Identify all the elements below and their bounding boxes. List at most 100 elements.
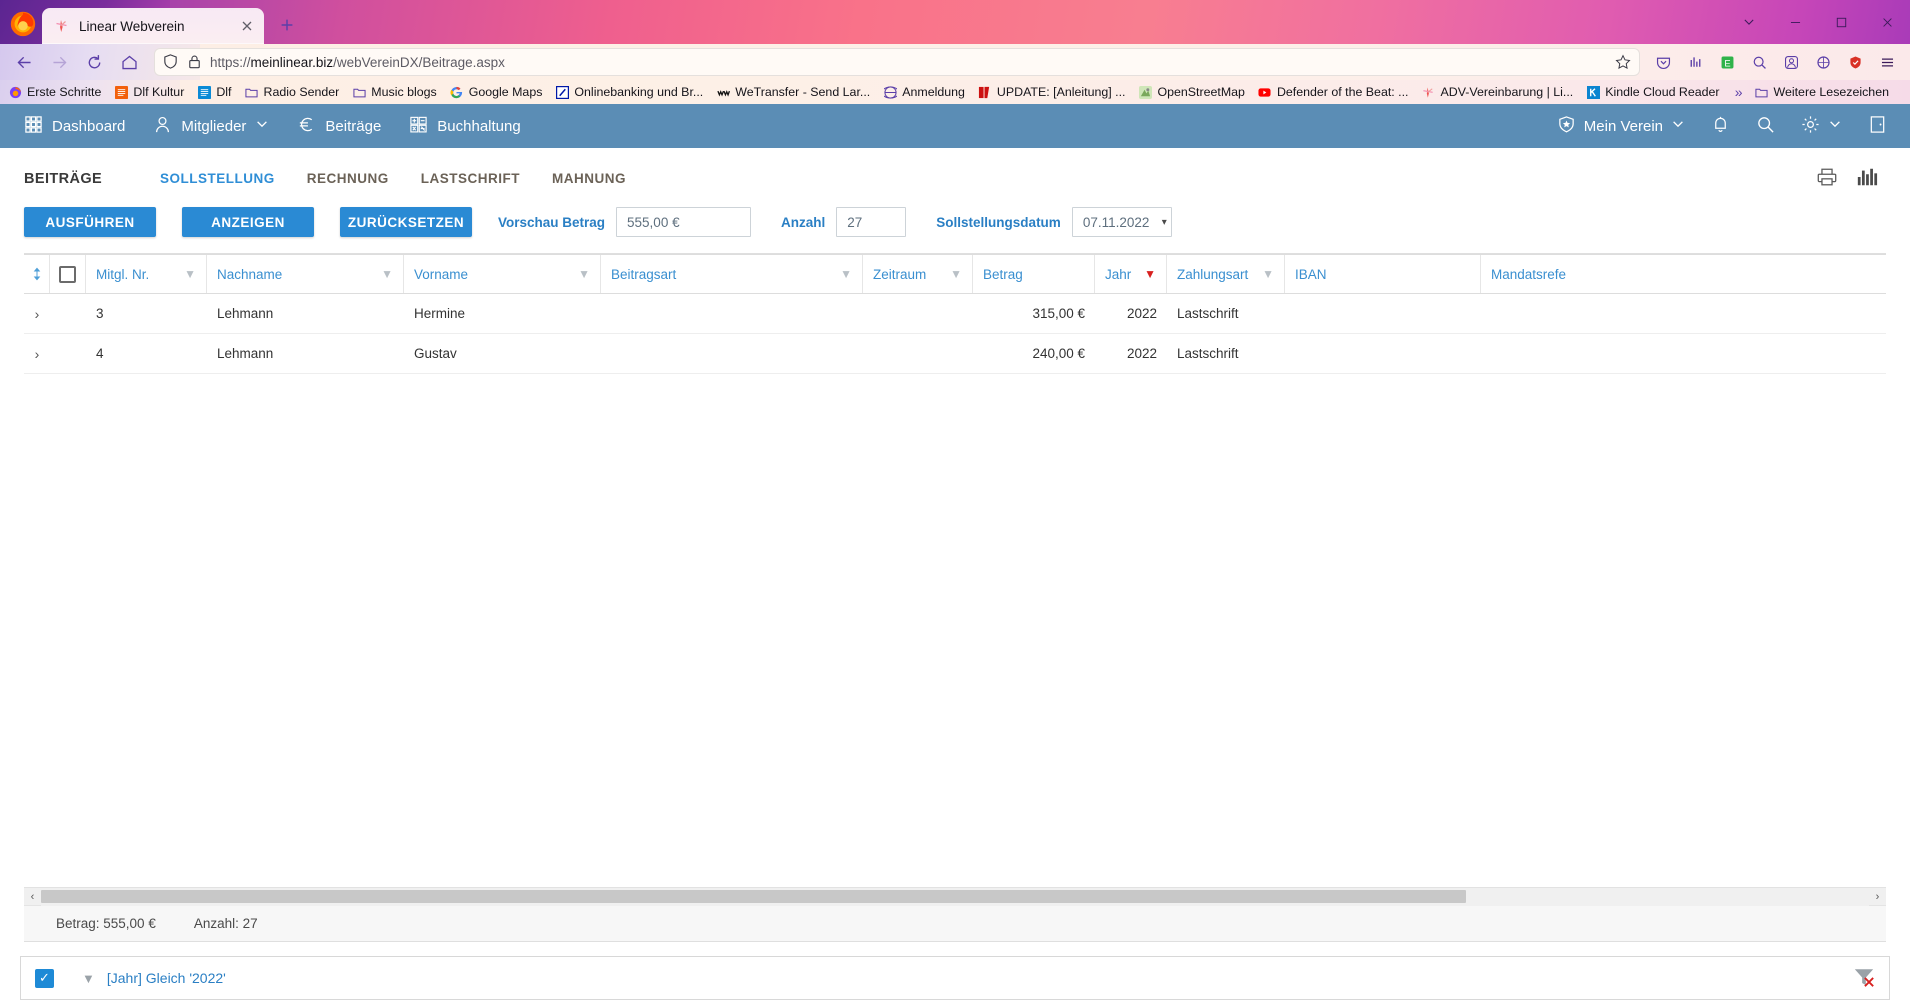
maximize-button[interactable] [1818,0,1864,44]
bookmark-item[interactable]: Defender of the Beat: ... [1258,85,1409,99]
column-header-beitragsart[interactable]: Beitragsart ▼ [601,255,863,293]
column-header-zeitraum[interactable]: Zeitraum ▼ [863,255,973,293]
column-header-mandatsreferenz[interactable]: Mandatsrefe [1481,255,1601,293]
ausfuehren-button[interactable]: AUSFÜHREN [24,207,156,237]
scroll-left-arrow-icon[interactable]: ‹ [24,891,41,903]
filter-icon-active[interactable]: ▼ [1144,267,1156,281]
zuruecksetzen-button[interactable]: ZURÜCKSETZEN [340,207,472,237]
row-expander[interactable]: › [24,306,50,322]
scroll-right-arrow-icon[interactable]: › [1869,891,1886,903]
filter-icon[interactable]: ▼ [184,267,196,281]
bookmark-item[interactable]: Dlf [197,85,232,99]
extension-e-icon[interactable]: E [1712,47,1742,77]
tab-lastschrift[interactable]: LASTSCHRIFT [405,167,536,190]
bookmarks-toolbar: Erste Schritte Dlf Kultur Dlf Radio Send… [0,80,1910,104]
filter-icon[interactable]: ▼ [82,971,95,986]
tab-mahnung[interactable]: MAHNUNG [536,167,642,190]
row-expander[interactable]: › [24,346,50,362]
bookmark-item[interactable]: WeTransfer - Send Lar... [716,85,870,99]
chevron-down-icon[interactable] [255,117,269,135]
table-row[interactable]: › 3 Lehmann Hermine 315,00 € 2022 Lastsc… [24,294,1886,334]
bookmark-item[interactable]: Radio Sender [245,85,339,99]
browser-tab[interactable]: Linear Webverein [42,8,264,44]
zoom-icon[interactable] [1744,47,1774,77]
lock-icon[interactable] [186,53,204,71]
vorschau-betrag-input[interactable]: 555,00 € [616,207,752,237]
filter-icon[interactable]: ▼ [950,267,962,281]
settings-menu[interactable] [1788,104,1855,148]
nav-item-dashboard[interactable]: Dashboard [10,104,139,148]
chevron-down-icon[interactable] [1828,117,1842,135]
account-icon[interactable] [1776,47,1806,77]
url-bar[interactable]: https://meinlinear.biz/webVereinDX/Beitr… [154,48,1640,76]
close-button[interactable] [1864,0,1910,44]
column-header-betrag[interactable]: Betrag [973,255,1095,293]
column-header-zahlungsart[interactable]: Zahlungsart ▼ [1167,255,1285,293]
filter-icon[interactable]: ▼ [381,267,393,281]
notifications-button[interactable] [1698,104,1743,148]
chart-icon[interactable] [1856,166,1878,191]
scrollbar-track[interactable] [41,887,1869,906]
filter-icon[interactable]: ▼ [1262,267,1274,281]
printer-icon[interactable] [1816,166,1838,191]
bookmark-item[interactable]: Dlf Kultur [114,85,184,99]
logout-button[interactable] [1855,104,1900,148]
shield-protection-icon[interactable] [1840,47,1870,77]
table-row[interactable]: › 4 Lehmann Gustav 240,00 € 2022 Lastsch… [24,334,1886,374]
nav-item-beitraege[interactable]: Beiträge [283,104,395,148]
bookmark-item[interactable]: Music blogs [352,85,437,99]
filter-enabled-checkbox[interactable]: ✓ [35,968,54,988]
library-icon[interactable] [1680,47,1710,77]
bookmark-item[interactable]: OpenStreetMap [1138,85,1245,99]
grid-summary-footer: Betrag: 555,00 € Anzahl: 27 [24,905,1886,941]
tab-list-chevron-icon[interactable] [1726,0,1772,44]
search-button[interactable] [1743,104,1788,148]
club-selector[interactable]: Mein Verein [1544,104,1698,148]
bookmark-label: Onlinebanking und Br... [574,85,704,99]
anzahl-input[interactable]: 27 [836,207,907,237]
chevron-down-icon[interactable]: ▾ [1162,217,1167,228]
home-icon[interactable] [113,47,145,77]
close-icon[interactable] [238,17,256,35]
pocket-icon[interactable] [1648,47,1678,77]
bookmark-star-icon[interactable] [1614,53,1632,71]
clear-filter-icon[interactable] [1853,966,1875,991]
chevron-down-icon[interactable] [1671,117,1685,135]
column-header-mitgl-nr[interactable]: Mitgl. Nr. ▼ [86,255,207,293]
bookmark-item[interactable]: UPDATE: [Anleitung] ... [978,85,1125,99]
reload-icon[interactable] [78,47,110,77]
filter-icon[interactable]: ▼ [578,267,590,281]
column-header-jahr[interactable]: Jahr ▼ [1095,255,1167,293]
nav-item-buchhaltung[interactable]: Buchhaltung [395,104,534,148]
column-header-iban[interactable]: IBAN [1285,255,1481,293]
back-icon[interactable] [8,47,40,77]
container-icon[interactable] [1808,47,1838,77]
app-menu-icon[interactable] [1872,47,1902,77]
nav-item-mitglieder[interactable]: Mitglieder [139,104,283,148]
tab-rechnung[interactable]: RECHNUNG [291,167,405,190]
grid-horizontal-scrollbar[interactable]: ‹ › [24,887,1886,906]
new-tab-button[interactable] [272,10,302,40]
column-header-vorname[interactable]: Vorname ▼ [404,255,601,293]
other-bookmarks-folder[interactable]: Weitere Lesezeichen [1755,85,1889,99]
scrollbar-thumb[interactable] [41,889,1466,903]
forward-icon[interactable] [43,47,75,77]
filter-icon[interactable]: ▼ [840,267,852,281]
select-all-checkbox[interactable] [59,265,76,283]
bookmark-item[interactable]: Anmeldung [883,85,965,99]
bookmark-item[interactable]: Onlinebanking und Br... [555,85,703,99]
sollstellungsdatum-select[interactable]: 07.11.2022 ▾ [1071,207,1172,237]
minimize-button[interactable] [1772,0,1818,44]
column-header-expander[interactable] [24,255,50,293]
anzeigen-button[interactable]: ANZEIGEN [182,207,314,237]
column-header-select-all[interactable] [50,255,86,293]
column-header-nachname[interactable]: Nachname ▼ [207,255,404,293]
bookmark-item[interactable]: Erste Schritte [8,85,101,99]
bookmarks-overflow-icon[interactable]: » [1735,84,1743,100]
bookmark-item[interactable]: Kindle Cloud Reader [1586,85,1720,99]
bookmark-item[interactable]: Google Maps [450,85,542,99]
bookmark-item[interactable]: ADV-Vereinbarung | Li... [1422,85,1573,99]
shield-icon[interactable] [162,53,180,71]
tab-sollstellung[interactable]: SOLLSTELLUNG [144,167,291,190]
filter-expression[interactable]: [Jahr] Gleich '2022' [107,970,226,986]
